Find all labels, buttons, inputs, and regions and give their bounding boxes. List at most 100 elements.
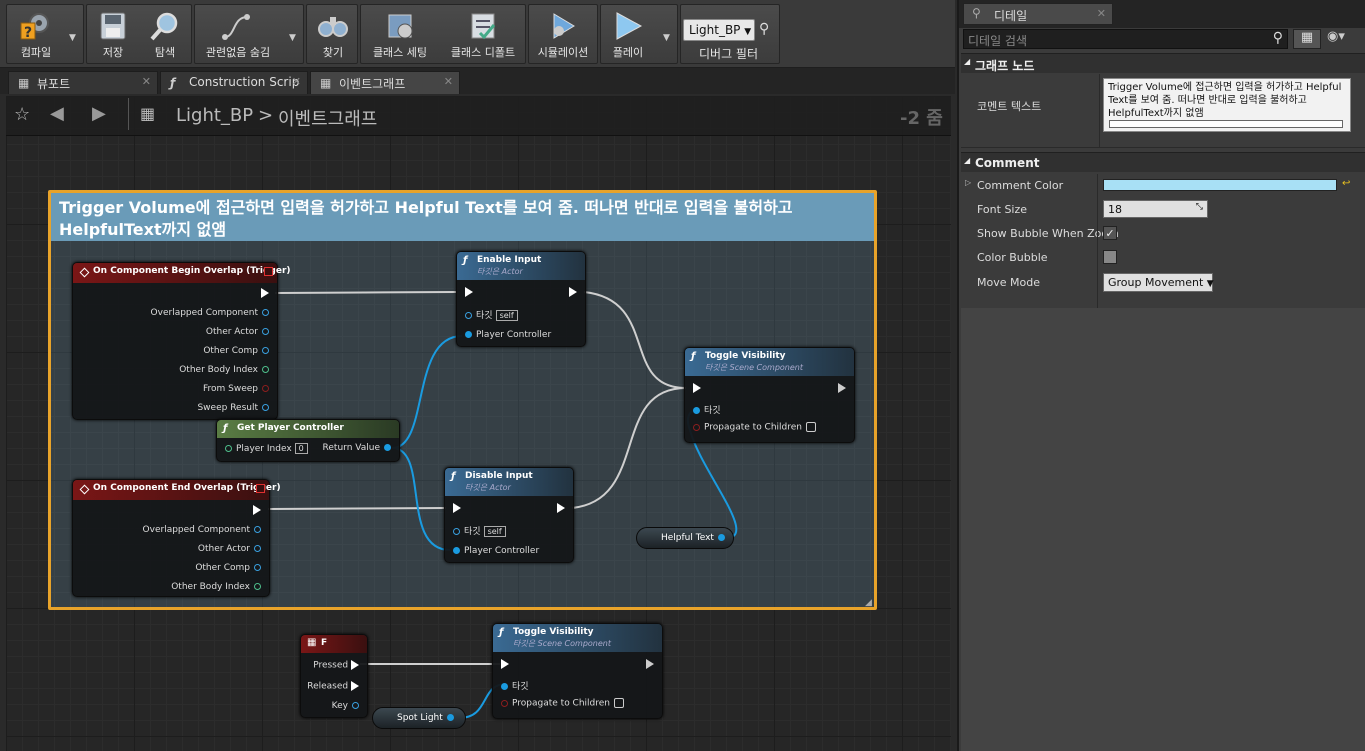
exec-in-pin[interactable] — [501, 659, 509, 670]
move-mode-row: Move Mode Group Movement ▼ — [961, 270, 1365, 298]
f-key-event-node[interactable]: ▦ F Pressed Released Key — [300, 634, 368, 718]
pin-target[interactable]: 타깃 — [693, 403, 721, 416]
node-title: On Component End Overlap (Trigger) — [93, 483, 281, 493]
section-comment[interactable]: ◢ Comment — [961, 152, 1365, 172]
search-icon[interactable]: ⚲ — [1273, 30, 1283, 46]
event-diamond-icon — [79, 267, 90, 278]
eye-visibility-icon[interactable]: ◉▾ — [1327, 29, 1361, 49]
variable-label: Spot Light — [397, 713, 443, 723]
exec-out-pin[interactable] — [557, 503, 565, 514]
variable-out-pin[interactable] — [446, 714, 454, 721]
pin-return-value[interactable]: Return Value — [323, 443, 391, 453]
pin-sweep-result[interactable]: Sweep Result — [197, 403, 269, 413]
pin-other-comp[interactable]: Other Comp — [203, 346, 269, 356]
move-mode-select[interactable]: Group Movement ▼ — [1103, 273, 1214, 292]
text-scrollbar[interactable] — [1109, 120, 1343, 128]
spot-light-variable-node[interactable]: Spot Light — [372, 707, 466, 729]
begin-overlap-event-node[interactable]: On Component Begin Overlap (Trigger) Ove… — [72, 262, 291, 420]
font-size-value: 18 — [1108, 203, 1122, 216]
node-header: ƒ Get Player Controller — [217, 420, 399, 438]
pin-propagate[interactable]: Propagate to Children — [693, 422, 817, 433]
helpful-text-variable-node[interactable]: Helpful Text — [636, 527, 734, 549]
player-index-input[interactable]: 0 — [294, 443, 308, 454]
pin-other-body-index[interactable]: Other Body Index — [171, 582, 261, 592]
details-search-input[interactable]: 디테일 검색 ⚲ — [963, 29, 1288, 49]
pin-other-actor[interactable]: Other Actor — [206, 327, 269, 337]
pin-label: Overlapped Component — [142, 525, 250, 535]
propagate-checkbox[interactable] — [806, 422, 817, 432]
comment-color-swatch[interactable] — [1103, 179, 1337, 191]
pin-from-sweep[interactable]: From Sweep — [203, 384, 269, 394]
exec-out-pin[interactable] — [569, 287, 577, 298]
end-overlap-event-node[interactable]: On Component End Overlap (Trigger) Overl… — [72, 479, 281, 597]
toggle-visibility-node[interactable]: ƒ Toggle Visibility 타깃은 Scene Component … — [684, 347, 855, 443]
pin-overlapped-component[interactable]: Overlapped Component — [151, 308, 269, 318]
pin-label: Other Body Index — [171, 582, 250, 592]
move-mode-value: Group Movement — [1108, 276, 1204, 289]
chevron-down-icon: ▼ — [1206, 279, 1214, 289]
pin-target[interactable]: 타깃 — [501, 679, 529, 692]
disable-input-node[interactable]: ƒ Disable Input 타깃은 Actor 타깃 self Player … — [444, 467, 574, 563]
pin-overlapped-component[interactable]: Overlapped Component — [143, 525, 261, 535]
function-icon: ƒ — [691, 351, 696, 362]
pin-label: Released — [307, 681, 349, 692]
close-icon[interactable]: ✕ — [1097, 7, 1106, 20]
exec-wire — [274, 291, 457, 294]
section-title: 그래프 노드 — [975, 59, 1035, 73]
node-subtitle: 타깃은 Scene Component — [513, 639, 612, 648]
node-title: F — [321, 638, 328, 648]
pin-other-body-index[interactable]: Other Body Index — [179, 365, 269, 375]
section-graph-node[interactable]: ◢ 그래프 노드 — [961, 53, 1365, 73]
expand-arrow-icon[interactable]: ▷ — [965, 178, 971, 187]
exec-out-pin[interactable] — [253, 505, 261, 516]
pin-propagate[interactable]: Propagate to Children — [501, 698, 625, 709]
property-matrix-icon[interactable]: ▦ — [1293, 29, 1321, 49]
delegate-pin-icon[interactable] — [264, 267, 273, 276]
pin-player-controller[interactable]: Player Controller — [453, 546, 539, 556]
get-player-controller-node[interactable]: ƒ Get Player Controller Player Index 0 Re… — [216, 419, 400, 462]
function-icon: ƒ — [499, 627, 504, 638]
variable-out-pin[interactable] — [717, 534, 725, 541]
exec-in-pin[interactable] — [453, 503, 461, 514]
function-icon: ƒ — [451, 471, 456, 482]
pin-label: Other Actor — [205, 327, 258, 337]
comment-color-row: ▷ Comment Color ↩ — [961, 174, 1365, 198]
pin-other-comp[interactable]: Other Comp — [195, 563, 261, 573]
exec-wire — [267, 507, 447, 510]
pin-label: Sweep Result — [197, 403, 258, 413]
exec-out-pin[interactable] — [261, 288, 269, 299]
toggle-visibility-node[interactable]: ƒ Toggle Visibility 타깃은 Scene Component … — [492, 623, 663, 719]
pin-label: Key — [331, 701, 348, 711]
show-bubble-checkbox[interactable]: ✓ — [1103, 226, 1117, 240]
show-bubble-row: Show Bubble When Zoom ✓ — [961, 222, 1365, 246]
pin-pressed[interactable]: Pressed — [313, 660, 359, 671]
pin-target[interactable]: 타깃 self — [465, 308, 518, 321]
node-subtitle: 타깃은 Scene Component — [705, 363, 804, 372]
collapse-arrow-icon: ◢ — [964, 156, 971, 165]
exec-in-pin[interactable] — [693, 383, 701, 394]
node-header: ƒ Toggle Visibility 타깃은 Scene Component — [685, 348, 854, 376]
pin-other-actor[interactable]: Other Actor — [198, 544, 261, 554]
pin-label: Return Value — [322, 443, 380, 453]
pin-released[interactable]: Released — [307, 681, 359, 692]
exec-in-pin[interactable] — [465, 287, 473, 298]
self-value: self — [495, 310, 518, 321]
font-size-input[interactable]: 18 ⤡ — [1103, 200, 1208, 218]
color-bubble-label: Color Bubble — [977, 251, 1048, 264]
propagate-checkbox[interactable] — [614, 698, 625, 708]
keyboard-icon: ▦ — [307, 637, 317, 648]
spin-arrows-icon[interactable]: ⤡ — [1196, 202, 1203, 212]
pin-player-controller[interactable]: Player Controller — [465, 330, 551, 340]
pin-label: Player Controller — [476, 330, 552, 340]
pin-target[interactable]: 타깃 self — [453, 524, 506, 537]
delegate-pin-icon[interactable] — [256, 484, 265, 493]
node-header: ▦ F — [301, 635, 367, 653]
pin-player-index[interactable]: Player Index 0 — [225, 443, 308, 454]
tab-details[interactable]: ⚲ 디테일 ✕ — [963, 3, 1113, 25]
exec-out-pin[interactable] — [830, 383, 846, 396]
color-bubble-checkbox[interactable] — [1103, 250, 1117, 264]
reset-to-default-icon[interactable]: ↩ — [1342, 178, 1350, 189]
pin-key[interactable]: Key — [332, 701, 359, 711]
enable-input-node[interactable]: ƒ Enable Input 타깃은 Actor 타깃 self Player C… — [456, 251, 586, 347]
exec-out-pin[interactable] — [646, 659, 654, 672]
